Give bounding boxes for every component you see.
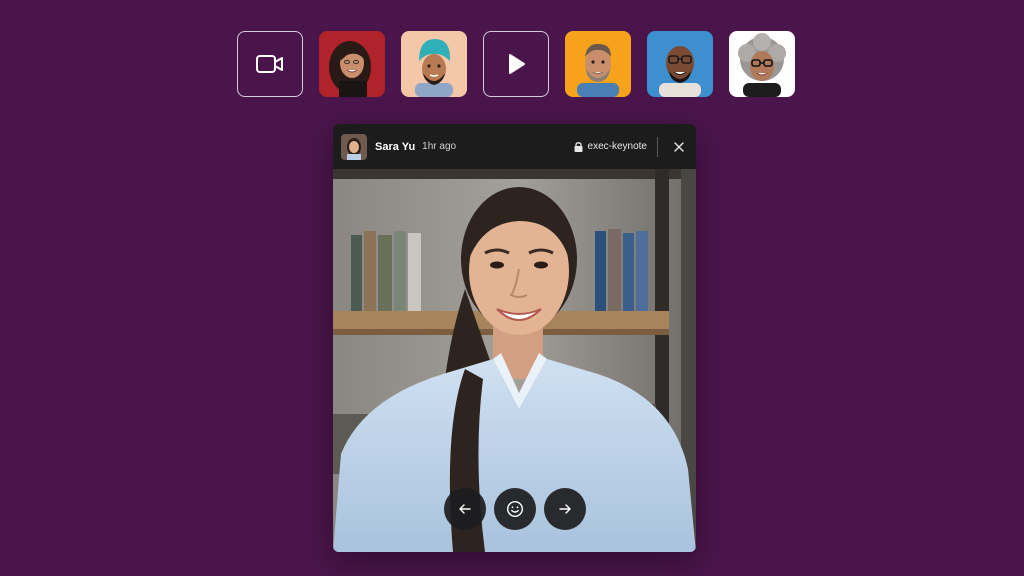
avatar-man-grey-beard[interactable] bbox=[565, 31, 631, 97]
close-button[interactable] bbox=[666, 134, 692, 160]
avatar-image bbox=[565, 31, 631, 97]
avatar-image bbox=[647, 31, 713, 97]
play-icon bbox=[509, 54, 525, 74]
previous-clip-button[interactable] bbox=[443, 488, 486, 530]
record-video-button[interactable] bbox=[237, 31, 303, 97]
channel-link[interactable]: exec-keynote bbox=[574, 141, 647, 152]
avatar-man-glasses[interactable] bbox=[647, 31, 713, 97]
author-name[interactable]: Sara Yu bbox=[375, 141, 415, 153]
playback-controls bbox=[333, 488, 696, 530]
next-clip-button[interactable] bbox=[543, 488, 586, 530]
clip-header: Sara Yu 1hr ago exec-keynote bbox=[333, 124, 696, 169]
avatar-woman-grey-curly-hair[interactable] bbox=[729, 31, 795, 97]
play-clip-button[interactable] bbox=[483, 31, 549, 97]
close-icon bbox=[674, 141, 684, 152]
clip-strip bbox=[237, 31, 795, 97]
author-avatar[interactable] bbox=[341, 133, 367, 160]
arrow-left-icon bbox=[458, 504, 471, 514]
lock-icon bbox=[574, 141, 583, 152]
huddle-clips-stage: Sara Yu 1hr ago exec-keynote bbox=[0, 0, 1024, 576]
avatar-image bbox=[341, 133, 367, 160]
header-divider bbox=[657, 136, 658, 157]
avatar-image bbox=[401, 31, 467, 97]
avatar-man-turban[interactable] bbox=[401, 31, 467, 97]
smiley-icon bbox=[506, 500, 523, 518]
channel-name: exec-keynote bbox=[587, 141, 647, 152]
react-emoji-button[interactable] bbox=[493, 488, 536, 530]
avatar-woman-dark-hair[interactable] bbox=[319, 31, 385, 97]
clip-viewer: Sara Yu 1hr ago exec-keynote bbox=[333, 124, 696, 552]
posted-time: 1hr ago bbox=[422, 141, 457, 152]
arrow-right-icon bbox=[558, 504, 571, 514]
avatar-image bbox=[319, 31, 385, 97]
avatar-image bbox=[729, 31, 795, 97]
video-camera-icon bbox=[256, 55, 283, 73]
